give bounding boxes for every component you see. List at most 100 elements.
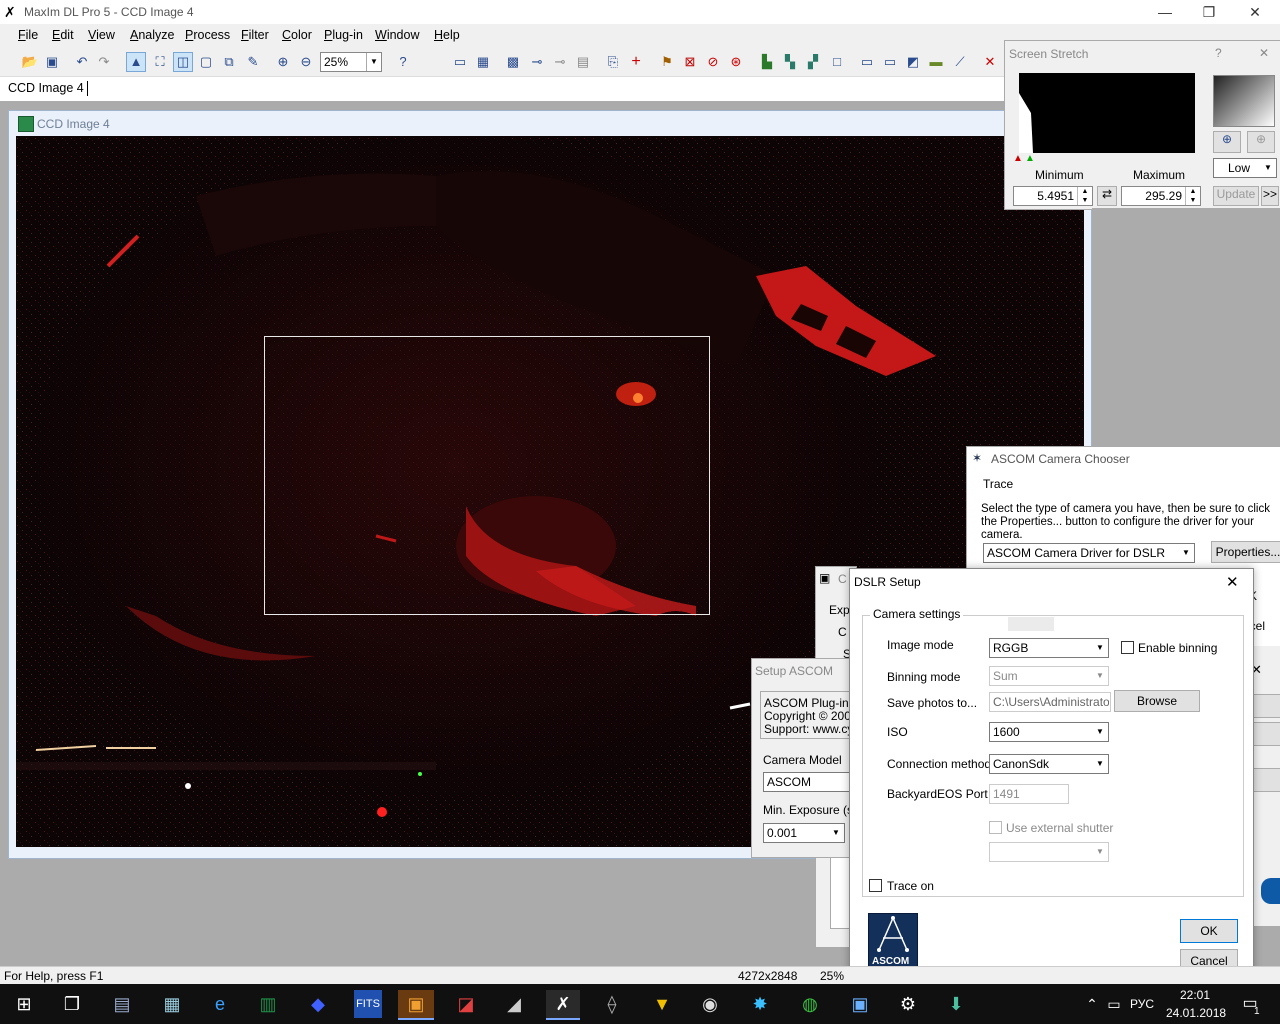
- chevron-down-icon[interactable]: ▼: [1092, 723, 1108, 741]
- chevron-down-icon[interactable]: ▼: [366, 53, 381, 71]
- backyard-port-field[interactable]: 1491: [989, 784, 1069, 804]
- stack-icon[interactable]: ⧉: [219, 52, 239, 72]
- star-app-icon[interactable]: ✸: [746, 990, 774, 1018]
- window-app-icon[interactable]: ▣: [846, 990, 874, 1018]
- stretch-mode-select[interactable]: Low ▼: [1213, 158, 1277, 178]
- graph-icon[interactable]: ◩: [903, 52, 923, 72]
- star-icon[interactable]: ⊠: [680, 52, 700, 72]
- cube-icon[interactable]: ◆: [304, 990, 332, 1018]
- open-icon[interactable]: 📂: [20, 52, 40, 72]
- camera-dialog-tab[interactable]: Exp: [829, 603, 850, 617]
- external-shutter-checkbox[interactable]: [989, 821, 1002, 834]
- square-icon[interactable]: □: [827, 52, 847, 72]
- server-manager-icon[interactable]: ▤: [108, 990, 136, 1018]
- histogram-icon[interactable]: ▙: [757, 52, 777, 72]
- monitor-icon[interactable]: ▭: [880, 52, 900, 72]
- swap-button[interactable]: ⇄: [1097, 186, 1117, 206]
- close-icon[interactable]: ✕: [1240, 2, 1270, 22]
- spin-icon[interactable]: ▲ ▼: [1077, 187, 1092, 205]
- menu-analyze[interactable]: Analyze: [130, 28, 174, 42]
- flat-icon[interactable]: ▤: [573, 52, 593, 72]
- lock-icon[interactable]: ▢: [196, 52, 216, 72]
- iso-select[interactable]: 1600 ▼: [989, 722, 1109, 742]
- menu-help[interactable]: Help: [434, 28, 460, 42]
- menu-process[interactable]: Process: [185, 28, 230, 42]
- binning-mode-select[interactable]: Sum ▼: [989, 666, 1109, 686]
- close-icon[interactable]: ✕: [1259, 46, 1269, 60]
- undo-icon[interactable]: ↶: [72, 52, 92, 72]
- spin-icon[interactable]: ▲ ▼: [1185, 187, 1200, 205]
- restore-icon[interactable]: ❐: [1194, 2, 1224, 22]
- fit-icon[interactable]: ⛶: [150, 52, 170, 72]
- ok-button[interactable]: OK: [1180, 919, 1238, 943]
- camera-model-field[interactable]: ASCOM: [763, 772, 854, 792]
- menu-color[interactable]: Color: [282, 28, 312, 42]
- zoom-in-button[interactable]: ⊕: [1213, 131, 1241, 153]
- chevron-down-icon[interactable]: ▼: [1092, 667, 1108, 685]
- grid-icon[interactable]: ▦: [473, 52, 493, 72]
- pen-icon[interactable]: ◢: [500, 990, 528, 1018]
- align2-icon[interactable]: ▞: [803, 52, 823, 72]
- update-button[interactable]: Update: [1213, 186, 1259, 206]
- redo-icon[interactable]: ↷: [94, 52, 114, 72]
- rect-icon[interactable]: ▭: [857, 52, 877, 72]
- ruler-icon[interactable]: ▭: [450, 52, 470, 72]
- browse-button[interactable]: Browse: [1114, 690, 1200, 712]
- clock-time[interactable]: 22:01: [1180, 988, 1210, 1002]
- start-icon[interactable]: ⊞: [10, 990, 38, 1018]
- connection-method-select[interactable]: CanonSdk ▼: [989, 754, 1109, 774]
- minimize-icon[interactable]: —: [1150, 2, 1180, 22]
- fits-icon[interactable]: FITS: [354, 990, 382, 1018]
- camera-app-icon[interactable]: ◉: [696, 990, 724, 1018]
- selection-rectangle[interactable]: [264, 336, 710, 615]
- chevron-down-icon[interactable]: ▼: [1178, 544, 1194, 562]
- telescope-app-icon[interactable]: ⟠: [598, 990, 626, 1018]
- clock-date[interactable]: 24.01.2018: [1166, 1006, 1226, 1020]
- menu-filter[interactable]: Filter: [241, 28, 269, 42]
- crosshair-icon[interactable]: ◫: [173, 52, 193, 72]
- download-app-icon[interactable]: ⬇: [942, 990, 970, 1018]
- no-icon-2[interactable]: ⊛: [726, 52, 746, 72]
- filter-icon[interactable]: ⊸: [550, 52, 570, 72]
- more-button[interactable]: >>: [1261, 186, 1279, 206]
- telescope-icon[interactable]: ⊸: [527, 52, 547, 72]
- zoom-out-button[interactable]: ⊕: [1247, 131, 1275, 153]
- excel-icon[interactable]: ▥: [254, 990, 282, 1018]
- maxim-icon[interactable]: ✗: [546, 990, 580, 1020]
- zoom-select[interactable]: 25% ▼: [320, 52, 382, 72]
- control-panel-icon[interactable]: ▦: [158, 990, 186, 1018]
- copy-icon[interactable]: ⎘: [603, 52, 623, 72]
- floppy-icon[interactable]: ▣: [398, 990, 434, 1020]
- save-photos-field[interactable]: C:\Users\Administrator\F: [989, 692, 1111, 712]
- camera-icon[interactable]: ▩: [503, 52, 523, 72]
- driver-select[interactable]: ASCOM Camera Driver for DSLR ▼: [983, 543, 1195, 563]
- menu-file[interactable]: File: [18, 28, 38, 42]
- chevron-down-icon[interactable]: ▼: [1260, 159, 1276, 177]
- help-icon[interactable]: ?: [1215, 46, 1222, 60]
- menu-plugin[interactable]: Plug-in: [324, 28, 363, 42]
- language-indicator[interactable]: РУС: [1130, 997, 1154, 1011]
- star-gen-icon[interactable]: ✕: [980, 52, 1000, 72]
- curve-icon[interactable]: ⟋: [950, 52, 970, 72]
- ie-icon[interactable]: e: [206, 990, 234, 1018]
- histogram-display[interactable]: [1019, 73, 1195, 153]
- teamviewer-icon[interactable]: [1261, 878, 1280, 904]
- chevron-down-icon[interactable]: ▼: [828, 824, 844, 842]
- plus-icon[interactable]: +: [626, 52, 646, 72]
- green-app-icon[interactable]: ◍: [796, 990, 824, 1018]
- level-icon[interactable]: ▬: [926, 52, 946, 72]
- chevron-down-icon[interactable]: ▼: [1092, 639, 1108, 657]
- image-mode-select[interactable]: RGGB ▼: [989, 638, 1109, 658]
- enable-binning-checkbox[interactable]: [1121, 641, 1134, 654]
- app-icon[interactable]: ✗: [4, 4, 16, 21]
- maximum-field[interactable]: 295.29 ▲ ▼: [1121, 186, 1201, 206]
- hazard-icon[interactable]: ▼: [648, 990, 676, 1018]
- zoom-out-icon[interactable]: ⊖: [296, 52, 316, 72]
- menu-view[interactable]: View: [88, 28, 115, 42]
- chevron-down-icon[interactable]: ▼: [1092, 755, 1108, 773]
- menu-edit[interactable]: Edit: [52, 28, 74, 42]
- align-icon[interactable]: ▚: [780, 52, 800, 72]
- task-view-icon[interactable]: ❐: [58, 990, 86, 1018]
- no-icon[interactable]: ⊘: [703, 52, 723, 72]
- min-marker-icon[interactable]: ▲: [1013, 153, 1023, 164]
